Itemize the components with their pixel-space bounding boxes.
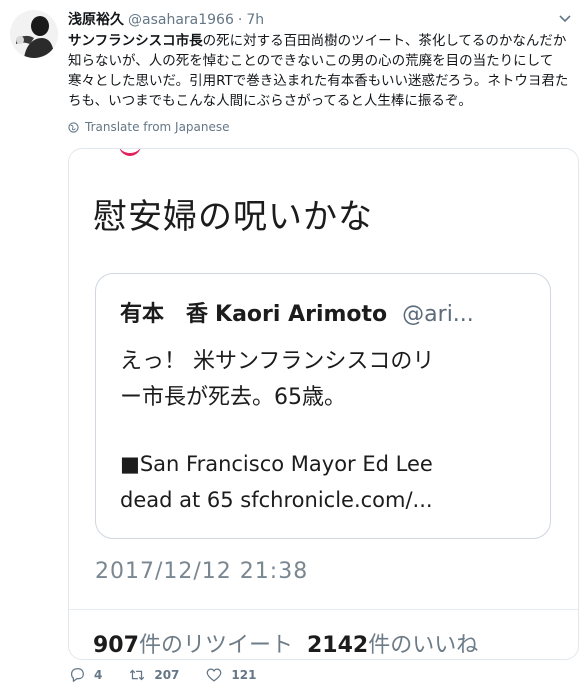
- quoted-author-en: Kaori Arimoto: [215, 302, 388, 327]
- screenshot-date: 2017/12/12 21:38: [95, 559, 309, 584]
- retweet-button[interactable]: 207: [128, 666, 179, 684]
- action-bar: 4 207 121: [68, 664, 282, 686]
- screenshot-content: 慰安婦の呪いかな 有本 香 Kaori Arimoto @ari... えっ！ …: [69, 149, 578, 659]
- screenshot-divider: [69, 609, 578, 610]
- retweets-number: 907: [93, 633, 139, 658]
- quoted-author-name: 有本 香: [120, 302, 209, 327]
- quoted-text-line-1: えっ！ 米サンフランシスコのリ: [120, 349, 435, 374]
- retweet-icon: [130, 669, 145, 681]
- quoted-author: 有本 香 Kaori Arimoto @ari...: [120, 296, 474, 328]
- translate-label: Translate from Japanese: [85, 120, 230, 134]
- timestamp[interactable]: 7h: [246, 12, 264, 28]
- quoted-link-line-2: dead at 65 sfchronicle.com/...: [120, 488, 433, 512]
- tweet: 浅原裕久 @asahara1966 · 7h サンフランシスコ市長の死に対する百田尚樹…: [0, 0, 583, 692]
- tweet-text-bold: サンフランシスコ市長: [68, 33, 203, 49]
- avatar[interactable]: [10, 10, 58, 58]
- translate-link[interactable]: Translate from Japanese: [68, 120, 230, 134]
- tweet-text: サンフランシスコ市長の死に対する百田尚樹のツイート、茶化してるのかなんだか知らな…: [68, 31, 578, 111]
- retweets-label: 件のリツイート: [138, 633, 293, 658]
- reply-button[interactable]: 4: [68, 666, 102, 684]
- quoted-text-line-2: ー市長が死去。65歳。: [120, 385, 346, 410]
- quoted-tweet-card: 有本 香 Kaori Arimoto @ari... えっ！ 米サンフランシスコ…: [95, 273, 551, 539]
- likes-number: 2142: [306, 633, 369, 658]
- avatar-image: [10, 10, 58, 58]
- red-mark: [119, 149, 141, 156]
- quoted-text: えっ！ 米サンフランシスコのリ ー市長が死去。65歳。: [120, 344, 540, 416]
- author-handle[interactable]: @asahara1966: [128, 12, 234, 28]
- quoted-link: ■San Francisco Mayor Ed Lee dead at 65 s…: [120, 446, 540, 518]
- reply-count: 4: [94, 668, 103, 682]
- reply-icon: [70, 668, 84, 682]
- caret-down-icon[interactable]: [559, 12, 571, 26]
- screenshot-stats: 907件のリツイート 2142件のいいね: [93, 627, 478, 659]
- like-count: 121: [231, 668, 257, 682]
- globe-icon: [68, 121, 79, 133]
- attached-screenshot[interactable]: 慰安婦の呪いかな 有本 香 Kaori Arimoto @ari... えっ！ …: [68, 148, 579, 660]
- separator-dot: ·: [237, 12, 243, 28]
- quoted-link-line-1: ■San Francisco Mayor Ed Lee: [120, 452, 433, 476]
- quoted-author-handle: @ari...: [402, 302, 474, 327]
- retweet-count: 207: [154, 668, 180, 682]
- author-name[interactable]: 浅原裕久: [68, 12, 124, 28]
- heart-icon: [207, 668, 222, 682]
- likes-label: 件のいいね: [368, 633, 479, 658]
- like-button[interactable]: 121: [205, 666, 256, 684]
- screenshot-title: 慰安婦の呪いかな: [93, 197, 373, 237]
- tweet-header: 浅原裕久 @asahara1966 · 7h: [68, 10, 264, 30]
